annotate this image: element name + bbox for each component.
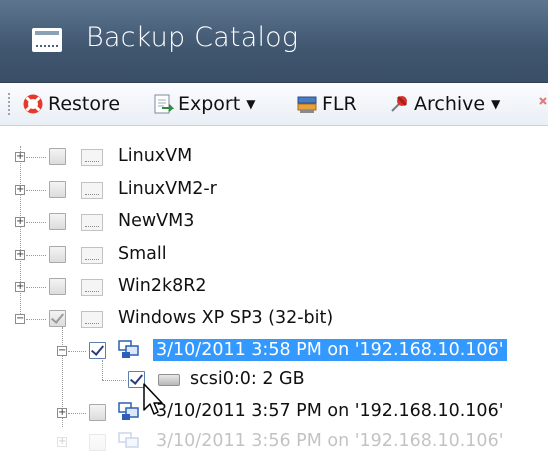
tree-guide-line bbox=[26, 157, 46, 158]
checkbox[interactable] bbox=[49, 246, 66, 263]
tree-guide-line bbox=[26, 222, 46, 223]
cursor-icon bbox=[143, 383, 163, 415]
node-label: Windows XP SP3 (32-bit) bbox=[118, 308, 334, 328]
expand-icon[interactable]: + bbox=[15, 217, 25, 227]
checkbox[interactable] bbox=[49, 148, 66, 165]
export-icon bbox=[154, 94, 174, 114]
node-label: 3/10/2011 3:58 PM on '192.168.10.106' bbox=[153, 339, 507, 361]
snapshot-icon bbox=[118, 432, 139, 448]
export-label: Export bbox=[178, 93, 241, 115]
vm-icon bbox=[81, 182, 103, 199]
tree-guide-line bbox=[26, 287, 46, 288]
archive-button[interactable]: Archive ▼ bbox=[388, 91, 500, 117]
tree-guide-line bbox=[26, 255, 46, 256]
checkbox[interactable] bbox=[49, 181, 66, 198]
flr-icon bbox=[297, 96, 317, 113]
overflow-icon[interactable] bbox=[538, 95, 548, 115]
export-button[interactable]: Export ▼ bbox=[152, 91, 255, 117]
restore-icon bbox=[23, 94, 43, 114]
node-label: Small bbox=[118, 244, 167, 264]
toolbar-grip[interactable] bbox=[8, 93, 13, 115]
node-label: NewVM3 bbox=[118, 211, 195, 231]
tree-guide-line bbox=[68, 413, 86, 414]
tree-guide-line bbox=[26, 190, 46, 191]
vm-icon bbox=[81, 279, 103, 296]
collapse-icon[interactable]: − bbox=[15, 314, 25, 324]
flr-button[interactable]: FLR bbox=[296, 91, 357, 117]
node-label: 3/10/2011 3:56 PM on '192.168.10.106' bbox=[156, 431, 504, 451]
checkbox[interactable] bbox=[89, 434, 106, 451]
toolbar: Restore Export ▼ FLR Archive ▼ bbox=[0, 83, 548, 126]
node-label: LinuxVM bbox=[118, 146, 193, 166]
checkbox[interactable] bbox=[49, 213, 66, 230]
flr-label: FLR bbox=[322, 93, 357, 115]
archive-icon bbox=[391, 95, 408, 112]
restore-button[interactable]: Restore bbox=[22, 91, 120, 117]
snapshot-icon bbox=[118, 402, 139, 420]
backup-tree: + LinuxVM + LinuxVM2-r + NewVM3 + Small … bbox=[0, 126, 548, 451]
expand-icon[interactable]: + bbox=[15, 250, 25, 260]
vm-icon bbox=[81, 247, 103, 264]
tree-guide-line bbox=[102, 380, 126, 381]
tree-guide-line bbox=[26, 319, 46, 320]
snapshot-icon bbox=[118, 340, 139, 358]
checkbox[interactable] bbox=[89, 404, 106, 421]
vm-icon bbox=[81, 214, 103, 231]
expand-icon[interactable]: + bbox=[57, 437, 67, 447]
title-bar: Backup Catalog bbox=[0, 0, 548, 83]
expand-icon[interactable]: + bbox=[15, 282, 25, 292]
tree-guide-line bbox=[102, 360, 103, 380]
expand-icon[interactable]: + bbox=[15, 152, 25, 162]
window-title: Backup Catalog bbox=[86, 22, 299, 53]
expand-icon[interactable]: + bbox=[15, 185, 25, 195]
node-label: 3/10/2011 3:57 PM on '192.168.10.106' bbox=[156, 401, 504, 421]
window-icon bbox=[32, 28, 62, 52]
expand-icon[interactable]: + bbox=[57, 408, 67, 418]
checkbox[interactable] bbox=[49, 278, 66, 295]
vm-icon bbox=[81, 149, 103, 166]
node-label: Win2k8R2 bbox=[118, 276, 207, 296]
checkbox[interactable] bbox=[49, 310, 66, 327]
vm-icon bbox=[81, 311, 103, 328]
checkbox[interactable] bbox=[89, 342, 106, 359]
tree-guide-line bbox=[68, 351, 86, 352]
chevron-down-icon[interactable]: ▼ bbox=[491, 97, 500, 111]
chevron-down-icon[interactable]: ▼ bbox=[246, 97, 255, 111]
archive-label: Archive bbox=[414, 93, 486, 115]
node-label: scsi0:0: 2 GB bbox=[190, 369, 305, 389]
collapse-icon[interactable]: − bbox=[57, 346, 67, 356]
restore-label: Restore bbox=[48, 93, 121, 115]
node-label: LinuxVM2-r bbox=[118, 179, 217, 199]
